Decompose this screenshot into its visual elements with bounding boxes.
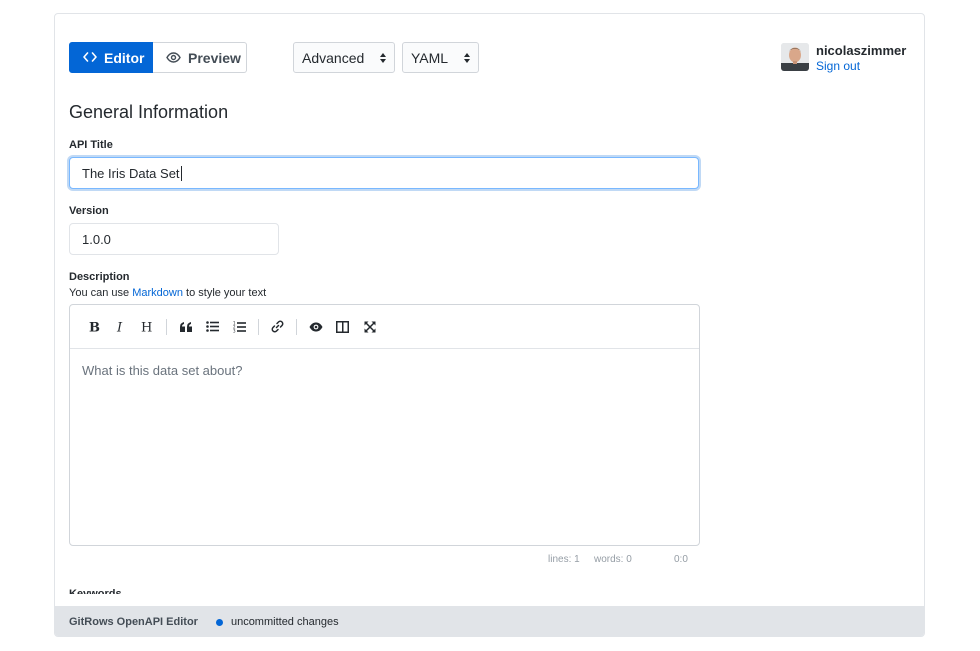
sign-out-link[interactable]: Sign out xyxy=(816,58,906,75)
api-title-value: The Iris Data Set xyxy=(82,165,180,181)
user-name: nicolaszimmer xyxy=(816,43,907,58)
api-title-label: API Title xyxy=(69,139,113,151)
side-by-side-icon[interactable] xyxy=(329,313,356,340)
preview-tab[interactable]: Preview xyxy=(153,42,247,73)
mode-select[interactable]: Advanced xyxy=(293,42,395,73)
user-panel: nicolaszimmer Sign out xyxy=(781,43,906,75)
editor-card: Editor Preview Advanced YAML nicolaszimm… xyxy=(54,13,925,637)
svg-text:3: 3 xyxy=(233,328,236,332)
version-input[interactable]: 1.0.0 xyxy=(69,223,279,255)
cursor-position: 0:0 xyxy=(674,554,688,565)
code-icon xyxy=(83,50,97,66)
status-bar: GitRows OpenAPI Editor uncommitted chang… xyxy=(55,606,924,636)
markdown-editor: B I H 123 What is this data set about? xyxy=(69,304,700,546)
svg-text:B: B xyxy=(89,321,100,334)
preview-tab-label: Preview xyxy=(188,49,241,66)
toolbar-divider xyxy=(166,318,167,335)
version-label: Version xyxy=(69,205,109,217)
editor-tab-label: Editor xyxy=(104,49,145,66)
italic-icon[interactable]: I xyxy=(107,313,134,340)
heading-icon[interactable]: H xyxy=(134,313,161,340)
sort-arrows-icon xyxy=(464,52,470,63)
description-help: You can use Markdown to style your text xyxy=(69,287,266,299)
help-text-suffix: to style your text xyxy=(186,287,267,299)
format-select[interactable]: YAML xyxy=(402,42,479,73)
mode-select-value: Advanced xyxy=(302,49,365,66)
eye-icon xyxy=(166,50,181,66)
markdown-link[interactable]: Markdown xyxy=(132,287,183,299)
version-value: 1.0.0 xyxy=(82,231,111,247)
link-icon[interactable] xyxy=(264,313,291,340)
description-label: Description xyxy=(69,271,130,283)
help-text-prefix: You can use xyxy=(69,287,130,299)
fullscreen-icon[interactable] xyxy=(356,313,383,340)
section-title: General Information xyxy=(69,102,229,122)
line-count: lines: 1 xyxy=(548,554,580,565)
quote-icon[interactable] xyxy=(172,313,199,340)
unordered-list-icon[interactable] xyxy=(199,313,226,340)
toolbar-divider xyxy=(258,318,259,335)
commit-status: uncommitted changes xyxy=(230,616,339,628)
bold-icon[interactable]: B xyxy=(80,313,107,340)
format-select-value: YAML xyxy=(411,49,449,66)
app-brand: GitRows OpenAPI Editor xyxy=(69,616,198,628)
editor-tab[interactable]: Editor xyxy=(69,42,153,73)
toolbar-divider xyxy=(296,318,297,335)
sort-arrows-icon xyxy=(380,52,386,63)
avatar[interactable] xyxy=(781,43,809,71)
description-textarea[interactable]: What is this data set about? xyxy=(70,349,699,392)
preview-icon[interactable] xyxy=(302,313,329,340)
text-caret xyxy=(180,165,182,181)
word-count: words: 0 xyxy=(594,554,632,565)
ordered-list-icon[interactable]: 123 xyxy=(226,313,253,340)
markdown-toolbar: B I H 123 xyxy=(70,305,699,349)
api-title-input[interactable]: The Iris Data Set xyxy=(69,157,699,189)
svg-text:I: I xyxy=(116,321,123,334)
view-toggle: Editor Preview xyxy=(69,42,247,73)
status-dot-icon xyxy=(215,618,223,626)
keywords-label: Keywords xyxy=(69,588,122,594)
svg-text:H: H xyxy=(141,321,152,334)
